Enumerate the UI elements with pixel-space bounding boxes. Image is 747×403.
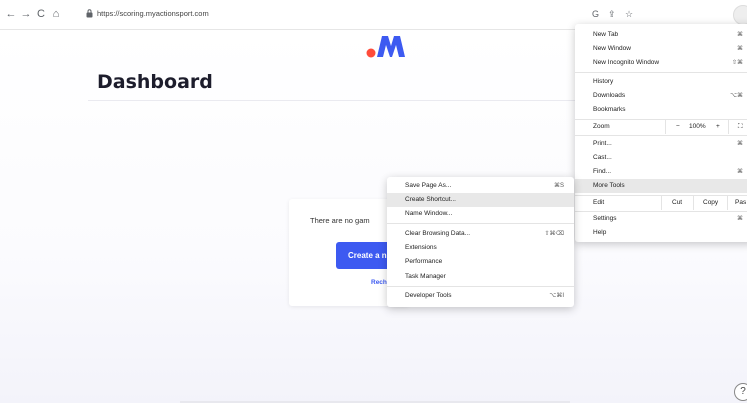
menu-item-history[interactable]: History <box>575 75 747 89</box>
menu-item-more-tools[interactable]: More Tools <box>575 179 747 193</box>
profile-avatar[interactable] <box>733 5 747 25</box>
chrome-menu: New Tab ⌘ New Window ⌘ New Incognito Windo… <box>575 24 747 242</box>
menu-item-new-window[interactable]: New Window ⌘ <box>575 42 747 56</box>
menu-item-clear-browsing-data[interactable]: Clear Browsing Data... ⇧⌘⌫ <box>387 227 574 241</box>
menu-item-downloads[interactable]: Downloads ⌥⌘ <box>575 89 747 103</box>
menu-item-find[interactable]: Find... ⌘ <box>575 165 747 179</box>
edit-divider <box>661 196 662 210</box>
create-button-label: Create a n <box>348 251 387 260</box>
menu-item-settings[interactable]: Settings ⌘ <box>575 212 747 226</box>
edit-divider <box>727 196 728 210</box>
menu-item-task-manager[interactable]: Task Manager <box>387 270 574 284</box>
fullscreen-icon[interactable]: ⛶ <box>738 120 743 134</box>
menu-item-create-shortcut[interactable]: Create Shortcut... <box>387 193 574 207</box>
reload-icon[interactable]: C <box>34 7 48 21</box>
forward-arrow-icon[interactable]: → <box>19 7 33 21</box>
menu-item-help[interactable]: Help <box>575 226 747 240</box>
title-divider <box>88 100 578 101</box>
bookmark-star-icon[interactable]: ☆ <box>625 8 633 20</box>
menu-divider <box>387 223 574 224</box>
menu-divider <box>387 286 574 287</box>
recheck-link[interactable]: Rech <box>371 278 387 288</box>
menu-item-bookmarks[interactable]: Bookmarks <box>575 103 747 117</box>
menu-divider <box>575 135 747 136</box>
empty-state-text: There are no gam <box>310 216 370 225</box>
help-icon[interactable]: ? <box>734 383 747 401</box>
lock-icon <box>86 9 93 18</box>
zoom-out-button[interactable]: − <box>676 120 680 134</box>
menu-item-cast[interactable]: Cast... <box>575 151 747 165</box>
menu-item-print[interactable]: Print... ⌘ <box>575 137 747 151</box>
menu-item-developer-tools[interactable]: Developer Tools ⌥⌘I <box>387 289 574 303</box>
menu-item-new-tab[interactable]: New Tab ⌘ <box>575 28 747 42</box>
menu-item-extensions[interactable]: Extensions <box>387 241 574 255</box>
menu-item-name-window[interactable]: Name Window... <box>387 207 574 221</box>
zoom-divider <box>665 120 666 134</box>
menu-divider <box>575 72 747 73</box>
share-icon[interactable]: ⇪ <box>608 8 616 20</box>
menu-item-performance[interactable]: Performance <box>387 255 574 269</box>
more-tools-submenu: Save Page As... ⌘S Create Shortcut... Nam… <box>387 177 574 307</box>
back-arrow-icon[interactable]: ← <box>4 7 18 21</box>
menu-item-zoom: Zoom <box>593 123 610 130</box>
app-logo <box>366 36 405 58</box>
menu-item-new-incognito[interactable]: New Incognito Window ⇧⌘ <box>575 56 747 70</box>
google-icon[interactable]: G <box>592 8 599 20</box>
edit-divider <box>693 196 694 210</box>
paste-button[interactable]: Pas <box>735 196 746 210</box>
cut-button[interactable]: Cut <box>672 196 682 210</box>
home-icon[interactable]: ⌂ <box>49 7 63 21</box>
address-bar[interactable]: https://scoring.myactionsport.com <box>97 8 209 20</box>
zoom-level: 100% <box>689 123 706 130</box>
page-title: Dashboard <box>97 71 213 93</box>
copy-button[interactable]: Copy <box>703 196 718 210</box>
menu-item-save-page[interactable]: Save Page As... ⌘S <box>387 179 574 193</box>
zoom-divider <box>728 120 729 134</box>
zoom-in-button[interactable]: + <box>716 120 720 134</box>
